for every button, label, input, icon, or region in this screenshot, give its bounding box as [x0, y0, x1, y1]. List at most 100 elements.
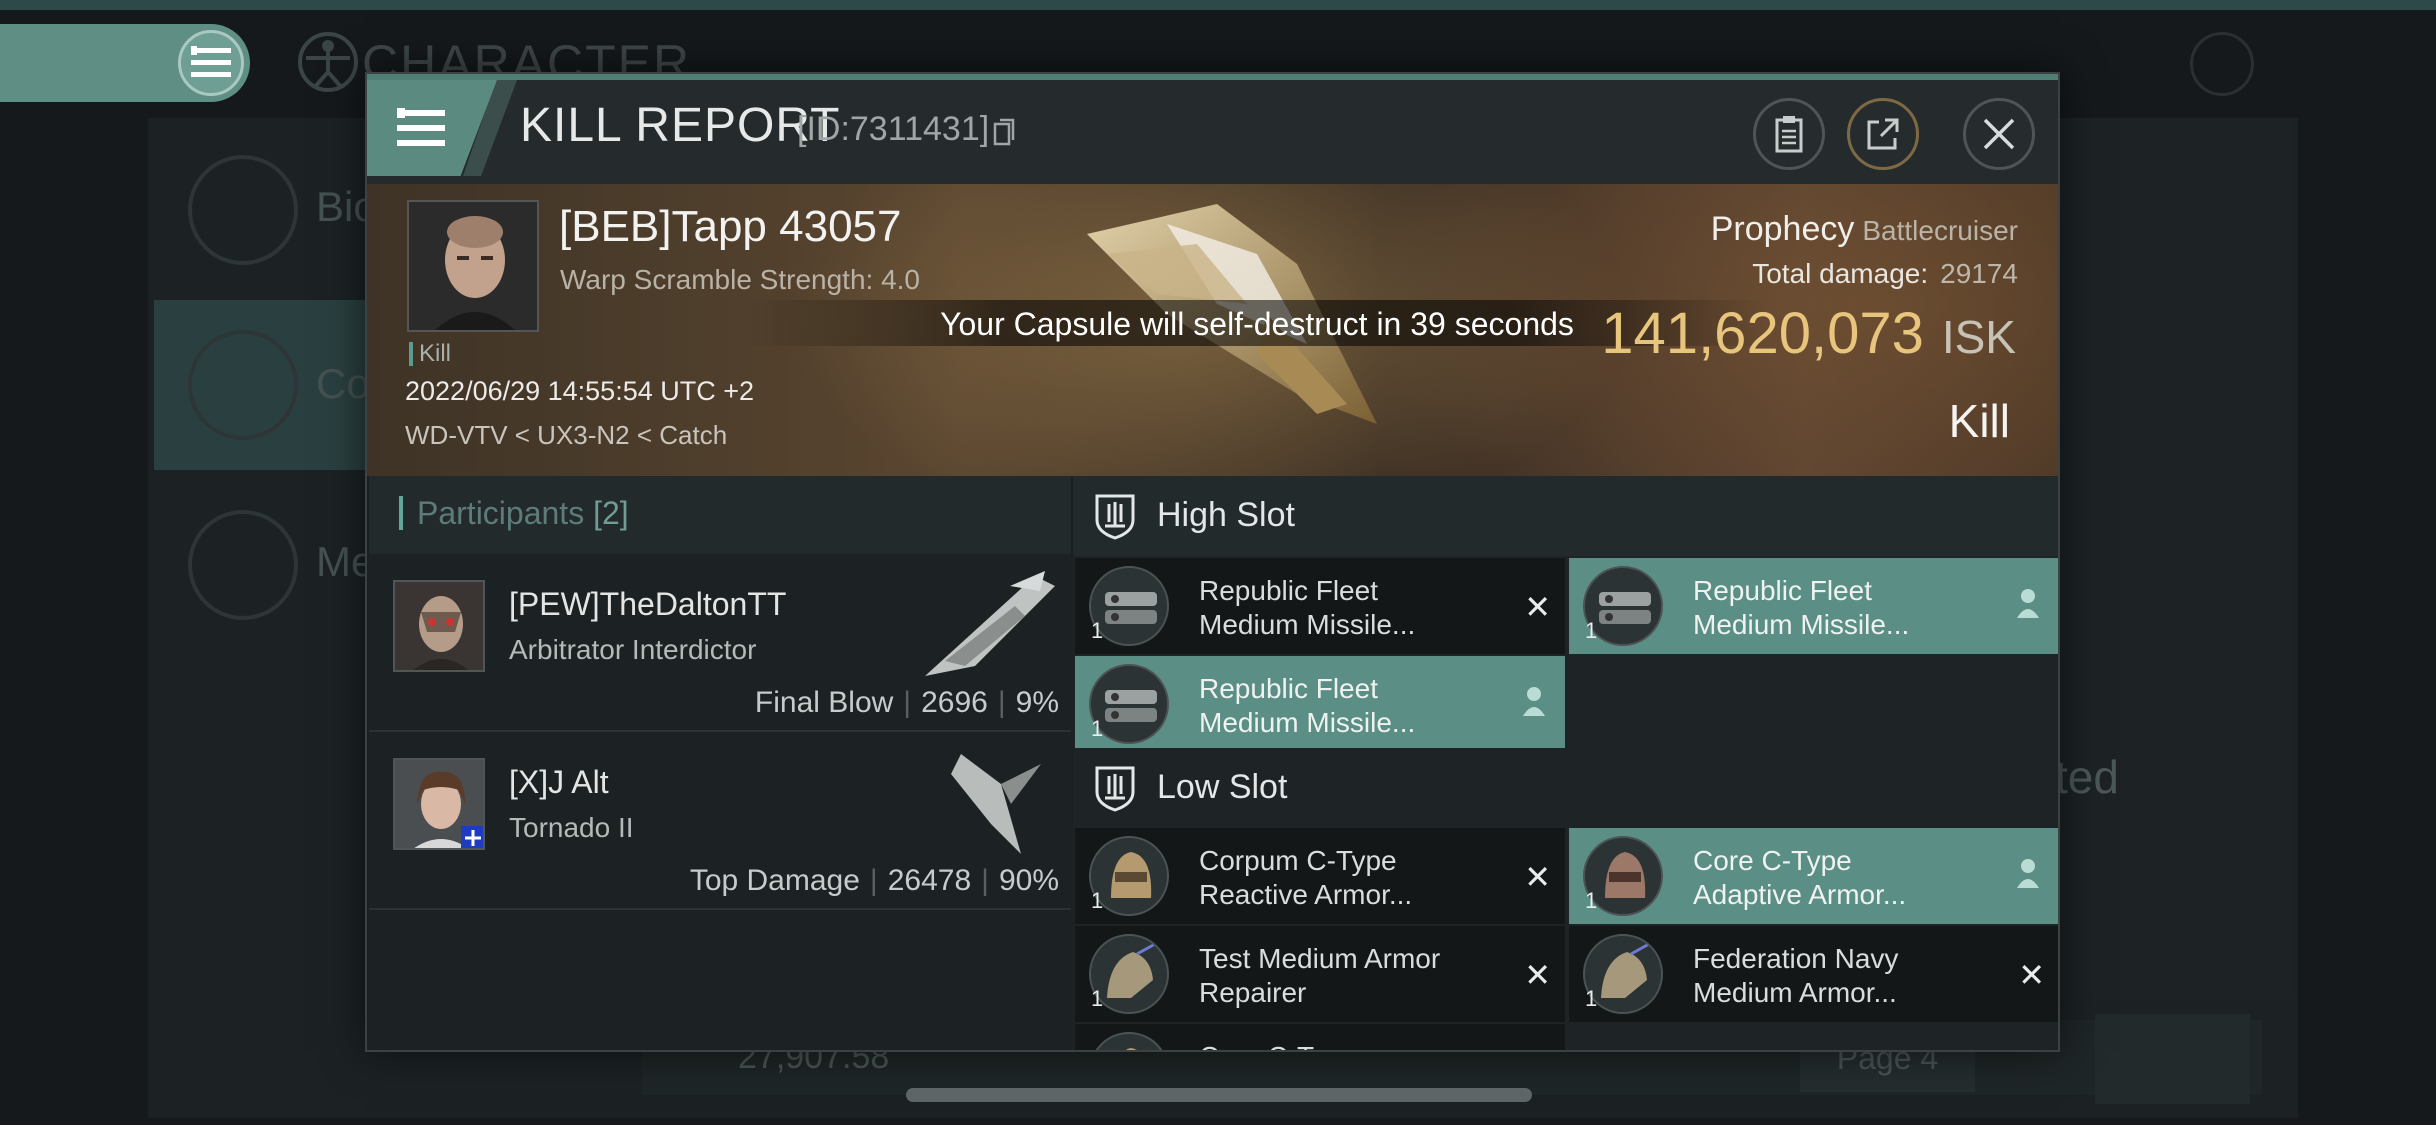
- module-name-line2: Medium Missile...: [1199, 707, 1416, 738]
- destroyed-x-icon: ✕: [1524, 957, 1551, 993]
- participant-ship: Arbitrator Interdictor: [509, 634, 757, 665]
- module-quantity: 1: [1091, 618, 1104, 643]
- participant-tag: Final Blow: [754, 686, 894, 719]
- participant-ship: Tornado II: [509, 812, 634, 843]
- destroyed-x-icon: ✕: [2018, 957, 2045, 993]
- kill-datetime: 2022/06/29 14:55:54 UTC +2: [405, 376, 755, 406]
- participants-header: Participants [2]: [369, 476, 1071, 554]
- kill-location-route: WD-VTV < UX3-N2 < Catch: [405, 420, 728, 450]
- participant-ship-image: [925, 571, 1055, 676]
- hamburger-icon: [178, 30, 244, 96]
- person-icon: [2017, 859, 2039, 888]
- victim-ship-type[interactable]: Prophecy Battlecruiser: [1711, 210, 2018, 249]
- module-name-line2: Reactive Armor...: [1199, 879, 1413, 910]
- high-slot-header: High Slot: [1073, 476, 2058, 556]
- warp-scramble-strength: Warp Scramble Strength: 4.0: [560, 264, 921, 295]
- share-icon: [1867, 118, 1899, 150]
- clipboard-icon: [1775, 116, 1803, 153]
- participant-stats: Final Blow | 2696 | 9%: [754, 686, 1059, 719]
- module-name-line2: Medium Missile...: [1693, 609, 1910, 640]
- isk-amount: 141,620,073: [1601, 301, 1924, 366]
- participants-title: Participants [2]: [399, 496, 629, 530]
- armor-hardener-icon: [1089, 1032, 1169, 1050]
- isk-unit: ISK: [1941, 311, 2016, 363]
- copy-icon[interactable]: [993, 118, 1015, 146]
- kill-result: Kill: [1948, 395, 2010, 447]
- share-button[interactable]: [1847, 98, 1919, 170]
- total-damage-label: Total damage:: [1752, 258, 1929, 289]
- modal-title: KILL REPORT: [520, 99, 841, 152]
- participant-name[interactable]: [X]J Alt: [509, 764, 609, 801]
- destroyed-x-icon: ✕: [1524, 589, 1551, 625]
- module-name-line1: Republic Fleet: [1693, 575, 1872, 606]
- module-quantity: 1: [1091, 888, 1104, 913]
- participant-damage: 2696: [921, 686, 988, 719]
- person-icon: [2017, 589, 2039, 618]
- module-name-line1: Core C-Type: [1199, 1040, 1499, 1050]
- module-name-line1: Republic Fleet: [1199, 575, 1378, 606]
- module-quantity: 1: [1585, 888, 1598, 913]
- participant-name[interactable]: [PEW]TheDaltonTT: [509, 586, 786, 623]
- victim-name[interactable]: [BEB]Tapp 43057: [559, 202, 901, 252]
- module-name: Republic Fleet Medium Missile...: [1199, 672, 1499, 740]
- module-item[interactable]: 1 Test Medium Armor Repairer ✕: [1075, 926, 1565, 1022]
- background-text-fragment: ted: [2055, 751, 2119, 803]
- participant-damage-percent: 90%: [998, 864, 1059, 897]
- module-item[interactable]: 1 Corpum C-Type Reactive Armor... ✕: [1075, 828, 1565, 924]
- module-quantity: 1: [1585, 986, 1598, 1011]
- close-button[interactable]: [1963, 98, 2035, 170]
- report-id: [ID:7311431]: [797, 110, 990, 148]
- module-item[interactable]: 1 Republic Fleet Medium Missile...: [1075, 656, 1565, 752]
- module-quantity: 1: [1091, 716, 1104, 741]
- background-menu-bio[interactable]: Bio: [154, 125, 384, 295]
- module-name: Federation Navy Medium Armor...: [1693, 942, 1993, 1010]
- participant-row[interactable]: [PEW]TheDaltonTT Arbitrator Interdictor …: [369, 556, 1071, 732]
- module-name: Test Medium Armor Repairer: [1199, 942, 1499, 1010]
- module-item[interactable]: 1 Core C-Type Adaptive Armor...: [1569, 828, 2058, 924]
- participant-tag: Top Damage: [689, 864, 860, 897]
- module-name-line2: Adaptive Armor...: [1693, 879, 1907, 910]
- module-name-line2: Medium Missile...: [1199, 609, 1416, 640]
- clipboard-button[interactable]: [1753, 98, 1825, 170]
- total-damage-value: 29174: [1940, 258, 2018, 289]
- module-name-line1: Federation Navy: [1693, 943, 1899, 974]
- participant-ship-image: [951, 754, 1041, 854]
- high-slot-title: High Slot: [1157, 496, 1295, 534]
- module-name: Corpum C-Type Reactive Armor...: [1199, 844, 1499, 912]
- module-quantity: 1: [1091, 986, 1104, 1011]
- low-slot-icon: [1095, 766, 1135, 812]
- participant-portrait[interactable]: [393, 580, 485, 672]
- home-indicator[interactable]: [906, 1088, 1532, 1102]
- fitting-panel: High Slot 1 Republic Fleet Medium Missile…: [1073, 476, 2058, 1050]
- kill-tag: Kill: [409, 342, 451, 366]
- background-menu-button[interactable]: [0, 24, 250, 102]
- victim-portrait[interactable]: [407, 200, 539, 332]
- person-icon: [1523, 687, 1545, 716]
- participant-damage-percent: 9%: [1015, 686, 1059, 719]
- module-item[interactable]: Core C-Type: [1075, 1024, 1565, 1050]
- ship-class: Battlecruiser: [1862, 215, 2018, 246]
- module-name-line1: Core C-Type: [1693, 845, 1852, 876]
- module-item[interactable]: 1 Republic Fleet Medium Missile... ✕: [1075, 558, 1565, 654]
- module-item[interactable]: 1 Republic Fleet Medium Missile...: [1569, 558, 2058, 654]
- participants-label: Participants: [417, 495, 585, 531]
- module-name-line2: Repairer: [1199, 977, 1307, 1008]
- module-name: Core C-Type: [1199, 1040, 1499, 1050]
- background-menu-combat[interactable]: Co: [154, 300, 384, 470]
- module-name: Republic Fleet Medium Missile...: [1693, 574, 1993, 642]
- destroyed-x-icon: ✕: [1524, 859, 1551, 895]
- participant-damage: 26478: [887, 864, 972, 897]
- filter-button[interactable]: [2095, 1014, 2250, 1104]
- module-quantity: 1: [1585, 618, 1598, 643]
- background-menu-medals[interactable]: Me: [154, 480, 384, 650]
- character-icon: [298, 32, 358, 92]
- module-item[interactable]: 1 Federation Navy Medium Armor... ✕: [1569, 926, 2058, 1022]
- participant-row[interactable]: [X]J Alt Tornado II Top Damage | 26478 | 90%: [369, 734, 1071, 910]
- background-close-button[interactable]: [2190, 32, 2254, 96]
- high-slot-icon: [1095, 494, 1135, 540]
- participant-portrait[interactable]: [393, 758, 485, 850]
- module-name: Republic Fleet Medium Missile...: [1199, 574, 1499, 642]
- module-name-line1: Corpum C-Type: [1199, 845, 1397, 876]
- kill-report-modal: KILL REPORT [ID:7311431] [BEB]Tapp 43057…: [365, 72, 2060, 1052]
- low-slot-header: Low Slot: [1073, 748, 2058, 828]
